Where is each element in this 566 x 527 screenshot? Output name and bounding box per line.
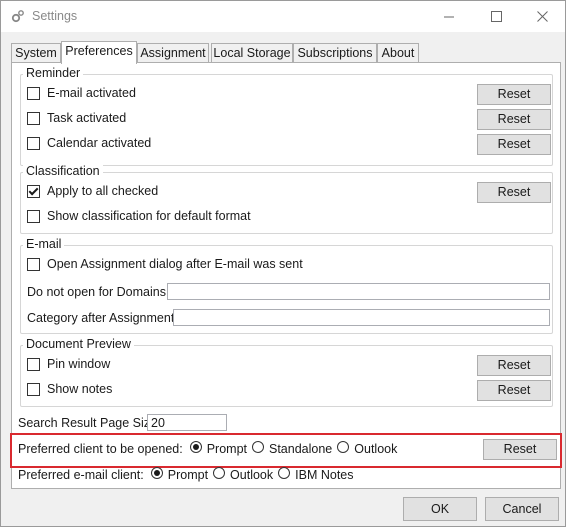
preferred-email-label: Preferred e-mail client: [18,467,144,482]
category-after-assignment-input[interactable] [173,309,550,326]
preferred-client-label: Preferred client to be opened: [18,441,183,456]
pin-window-checkbox[interactable]: Pin window [27,357,110,371]
tab-system[interactable]: System [11,43,61,63]
tab-subscriptions[interactable]: Subscriptions [293,43,377,63]
category-after-assignment-label: Category after Assignment [27,311,175,325]
classification-group: Classification Apply to all checked Rese… [20,164,553,234]
classification-title: Classification [23,164,103,178]
checkbox-label: Apply to all checked [47,184,159,198]
checkbox-label: Calendar activated [47,136,152,150]
checkbox-label: E-mail activated [47,86,136,100]
checkbox-label: Show notes [47,382,113,396]
radio-selected-icon[interactable] [189,441,202,453]
radio-label: Outlook [354,442,398,456]
reminder-group: Reminder E-mail activated Reset Task act… [20,66,553,166]
radio-icon[interactable] [213,467,226,479]
calendar-activated-checkbox[interactable]: Calendar activated [27,136,151,150]
checkbox-box-checked[interactable] [27,184,40,198]
preferences-panel: Reminder E-mail activated Reset Task act… [10,62,562,489]
radio-label: Prompt [167,468,209,482]
search-page-size-label: Search Result Page Size [18,416,157,430]
checkbox-box[interactable] [27,86,40,100]
preferred-email-prompt-radio[interactable]: Prompt [150,467,209,482]
tab-preferences[interactable]: Preferences [61,41,137,64]
checkbox-label: Pin window [47,357,111,371]
reminder-email-reset-button[interactable]: Reset [477,84,551,105]
show-classification-checkbox[interactable]: Show classification for default format [27,209,251,223]
minimize-button[interactable] [426,1,472,32]
reminder-title: Reminder [23,66,84,80]
checkbox-box[interactable] [27,111,40,125]
show-notes-reset-button[interactable]: Reset [477,380,551,401]
radio-icon[interactable] [278,467,291,479]
radio-icon[interactable] [252,441,264,453]
task-activated-checkbox[interactable]: Task activated [27,111,126,125]
gear-icon [11,9,25,23]
maximize-icon [490,11,502,22]
close-button[interactable] [519,1,565,32]
radio-label: IBM Notes [295,468,354,482]
do-not-open-domains-input[interactable] [167,283,550,300]
pin-window-reset-button[interactable]: Reset [477,355,551,376]
settings-window: Settings System Preferences Assignment L… [0,0,566,527]
checkbox-box[interactable] [27,136,40,150]
search-page-size-input[interactable]: 20 [147,414,227,431]
email-group: E-mail Open Assignment dialog after E-ma… [20,237,553,334]
radio-label: Prompt [206,442,247,456]
document-preview-group: Document Preview Pin window Reset Show n… [20,337,553,407]
tab-about[interactable]: About [377,43,419,63]
checkbox-box[interactable] [27,257,40,271]
ok-button[interactable]: OK [403,497,477,521]
reminder-calendar-reset-button[interactable]: Reset [477,134,551,155]
tab-local-storage[interactable]: Local Storage [211,43,293,63]
radio-label: Standalone [269,442,333,456]
document-preview-title: Document Preview [23,337,134,351]
preferred-client-reset-button[interactable]: Reset [483,439,557,460]
checkbox-box[interactable] [27,357,40,371]
radio-icon[interactable] [337,441,350,453]
title-bar: Settings [1,1,565,32]
reminder-task-reset-button[interactable]: Reset [477,109,551,130]
window-title: Settings [32,9,78,23]
checkbox-box[interactable] [27,209,40,223]
do-not-open-label: Do not open for Domains [27,285,166,299]
cancel-button[interactable]: Cancel [485,497,559,521]
checkbox-box[interactable] [27,382,40,396]
radio-label: Outlook [230,468,274,482]
apply-all-checked-checkbox[interactable]: Apply to all checked [27,184,158,198]
preferred-client-standalone-radio[interactable]: Standalone [252,441,332,456]
preferred-client-outlook-radio[interactable]: Outlook [337,441,397,456]
preferred-email-ibm-notes-radio[interactable]: IBM Notes [278,467,354,482]
email-activated-checkbox[interactable]: E-mail activated [27,86,136,100]
checkbox-label: Open Assignment dialog after E-mail was … [47,257,303,271]
preferred-client-prompt-radio[interactable]: Prompt [189,441,247,456]
maximize-button[interactable] [473,1,519,32]
show-notes-checkbox[interactable]: Show notes [27,382,112,396]
minimize-icon [443,16,454,18]
open-assignment-checkbox[interactable]: Open Assignment dialog after E-mail was … [27,257,303,271]
radio-selected-icon[interactable] [150,467,163,479]
checkbox-label: Task activated [47,111,127,125]
preferred-email-outlook-radio[interactable]: Outlook [213,467,273,482]
preferred-email-row: Preferred e-mail client: Prompt Outlook … [18,467,354,482]
close-icon [536,11,548,22]
email-title: E-mail [23,237,65,251]
tab-assignment[interactable]: Assignment [137,43,209,63]
checkbox-label: Show classification for default format [47,209,251,223]
preferred-client-row: Preferred client to be opened: Prompt St… [18,441,397,456]
classification-reset-button[interactable]: Reset [477,182,551,203]
